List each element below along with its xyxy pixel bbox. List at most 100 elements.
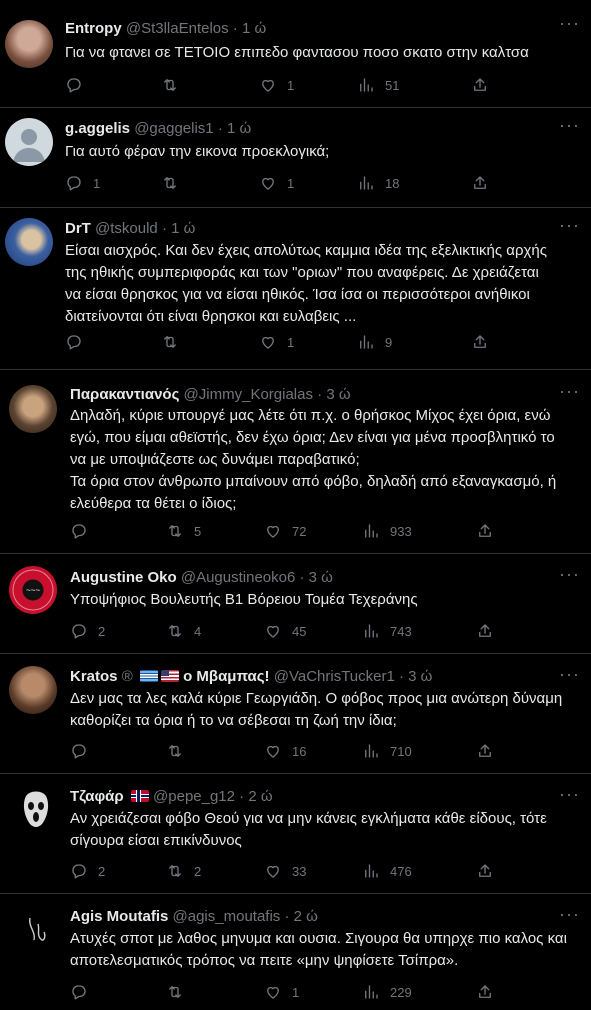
tweet[interactable]: Τζαφάρ @pepe_g12 · 2 ώ ··· Αν χρειάζεσαι… bbox=[0, 774, 591, 894]
display-name[interactable]: Entropy bbox=[65, 20, 122, 37]
more-icon[interactable]: ··· bbox=[559, 216, 579, 238]
views-button[interactable]: 51 bbox=[357, 74, 399, 96]
display-name[interactable]: DrT bbox=[65, 220, 91, 237]
share-button[interactable] bbox=[476, 981, 494, 1003]
share-button[interactable] bbox=[476, 620, 494, 642]
display-name[interactable]: Τζαφάρ bbox=[70, 788, 124, 805]
views-button[interactable]: 933 bbox=[362, 520, 412, 542]
avatar[interactable]: ~~~ bbox=[9, 566, 57, 614]
tweet[interactable]: ~~~ Augustine Oko @Augustineoko6 · 3 ώ ·… bbox=[0, 554, 591, 654]
retweet-button[interactable] bbox=[161, 331, 189, 353]
timestamp[interactable]: 1 ώ bbox=[242, 20, 266, 37]
avatar[interactable] bbox=[5, 218, 53, 266]
views-button[interactable]: 9 bbox=[357, 331, 392, 353]
more-icon[interactable]: ··· bbox=[559, 905, 579, 927]
user-handle[interactable]: @St3llaEntelos bbox=[126, 20, 229, 37]
tweet[interactable]: Agis Moutafis @agis_moutafis · 2 ώ ··· Α… bbox=[0, 894, 591, 1010]
like-button[interactable]: 1 bbox=[259, 331, 294, 353]
reply-button[interactable] bbox=[70, 981, 98, 1003]
like-button[interactable]: 1 bbox=[259, 74, 294, 96]
retweet-icon bbox=[169, 625, 181, 637]
like-button[interactable]: 1 bbox=[259, 172, 294, 194]
user-handle[interactable]: @tskould bbox=[95, 220, 158, 237]
share-button[interactable] bbox=[471, 331, 489, 353]
reply-button[interactable] bbox=[65, 331, 93, 353]
like-button[interactable]: 33 bbox=[264, 860, 306, 882]
share-button[interactable] bbox=[476, 860, 494, 882]
views-button[interactable]: 229 bbox=[362, 981, 412, 1003]
tweet[interactable]: DrT @tskould · 1 ώ ··· Είσαι αισχρός. Κα… bbox=[0, 208, 591, 370]
retweet-button[interactable]: 5 bbox=[166, 520, 201, 542]
views-button[interactable]: 476 bbox=[362, 860, 412, 882]
tweet-text: Δηλαδή, κύριε υπουργέ μας λέτε ότι π.χ. … bbox=[70, 405, 579, 515]
display-name[interactable]: Agis Moutafis bbox=[70, 908, 168, 925]
more-icon[interactable]: ··· bbox=[559, 116, 579, 138]
user-handle[interactable]: @Jimmy_Korgialas bbox=[184, 386, 313, 403]
display-name[interactable]: Kratos bbox=[70, 668, 118, 685]
tweet[interactable]: Kratos ® ο Μβαμπας! @VaChrisTucker1 · 3 … bbox=[0, 654, 591, 774]
more-icon[interactable]: ··· bbox=[559, 785, 579, 807]
retweet-button[interactable] bbox=[161, 74, 189, 96]
reply-button[interactable] bbox=[65, 74, 93, 96]
like-button[interactable]: 16 bbox=[264, 740, 306, 762]
timestamp[interactable]: 1 ώ bbox=[171, 220, 195, 237]
share-button[interactable] bbox=[476, 740, 494, 762]
reply-button[interactable]: 1 bbox=[65, 172, 100, 194]
display-name[interactable]: g.aggelis bbox=[65, 120, 130, 137]
like-button[interactable]: 1 bbox=[264, 981, 299, 1003]
user-handle[interactable]: @pepe_g12 bbox=[153, 788, 235, 805]
reply-button[interactable] bbox=[70, 520, 98, 542]
more-icon[interactable]: ··· bbox=[559, 565, 579, 587]
more-icon[interactable]: ··· bbox=[559, 665, 579, 687]
like-button[interactable]: 72 bbox=[264, 520, 306, 542]
user-handle[interactable]: @VaChrisTucker1 bbox=[274, 668, 395, 685]
more-icon[interactable]: ··· bbox=[559, 14, 579, 36]
views-icon bbox=[365, 744, 378, 758]
retweet-button[interactable] bbox=[161, 172, 189, 194]
tweet-header: Παρακαντιανός @Jimmy_Korgialas · 3 ώ bbox=[70, 385, 551, 405]
views-button[interactable]: 18 bbox=[357, 172, 399, 194]
action-bar: 16 710 bbox=[70, 740, 510, 762]
tweet[interactable]: Entropy @St3llaEntelos · 1 ώ ··· Για να … bbox=[0, 0, 591, 108]
avatar[interactable] bbox=[12, 786, 60, 834]
display-name-suffix[interactable]: ο Μβαμπας! bbox=[183, 668, 269, 685]
avatar[interactable] bbox=[5, 20, 53, 68]
tweet[interactable]: Παρακαντιανός @Jimmy_Korgialas · 3 ώ ···… bbox=[0, 370, 591, 554]
tweet[interactable]: g.aggelis @gaggelis1 · 1 ώ ··· Για αυτό … bbox=[0, 108, 591, 208]
share-button[interactable] bbox=[476, 520, 494, 542]
timestamp[interactable]: 2 ώ bbox=[248, 788, 272, 805]
reply-button[interactable] bbox=[70, 740, 98, 762]
view-count: 9 bbox=[385, 334, 393, 350]
tweet-header: Τζαφάρ @pepe_g12 · 2 ώ bbox=[70, 787, 551, 807]
timestamp[interactable]: 1 ώ bbox=[227, 120, 251, 137]
like-button[interactable]: 45 bbox=[264, 620, 306, 642]
retweet-button[interactable] bbox=[166, 740, 194, 762]
share-button[interactable] bbox=[471, 74, 489, 96]
timestamp[interactable]: 3 ώ bbox=[326, 386, 350, 403]
user-handle[interactable]: @Augustineoko6 bbox=[181, 569, 295, 586]
timestamp[interactable]: 3 ώ bbox=[309, 569, 333, 586]
views-button[interactable]: 743 bbox=[362, 620, 412, 642]
display-name[interactable]: Παρακαντιανός bbox=[70, 386, 179, 403]
avatar[interactable] bbox=[9, 666, 57, 714]
reply-button[interactable]: 2 bbox=[70, 860, 105, 882]
avatar[interactable] bbox=[5, 118, 53, 166]
avatar[interactable] bbox=[12, 906, 60, 954]
reply-icon bbox=[67, 176, 81, 191]
avatar[interactable] bbox=[9, 385, 57, 433]
more-icon[interactable]: ··· bbox=[559, 382, 579, 404]
retweet-button[interactable]: 4 bbox=[166, 620, 201, 642]
separator: · bbox=[284, 908, 290, 925]
retweet-button[interactable]: 2 bbox=[166, 860, 201, 882]
timestamp[interactable]: 2 ώ bbox=[294, 908, 318, 925]
tweet-line: να με υποψιάζεστε ως δυνάμει παραβατικό; bbox=[70, 451, 360, 468]
timestamp[interactable]: 3 ώ bbox=[408, 668, 432, 685]
display-name[interactable]: Augustine Oko bbox=[70, 569, 177, 586]
reply-button[interactable]: 2 bbox=[70, 620, 105, 642]
retweet-button[interactable] bbox=[166, 981, 194, 1003]
user-handle[interactable]: @agis_moutafis bbox=[173, 908, 281, 925]
norway-flag-icon bbox=[130, 790, 149, 802]
share-button[interactable] bbox=[471, 172, 489, 194]
views-button[interactable]: 710 bbox=[362, 740, 412, 762]
user-handle[interactable]: @gaggelis1 bbox=[134, 120, 213, 137]
